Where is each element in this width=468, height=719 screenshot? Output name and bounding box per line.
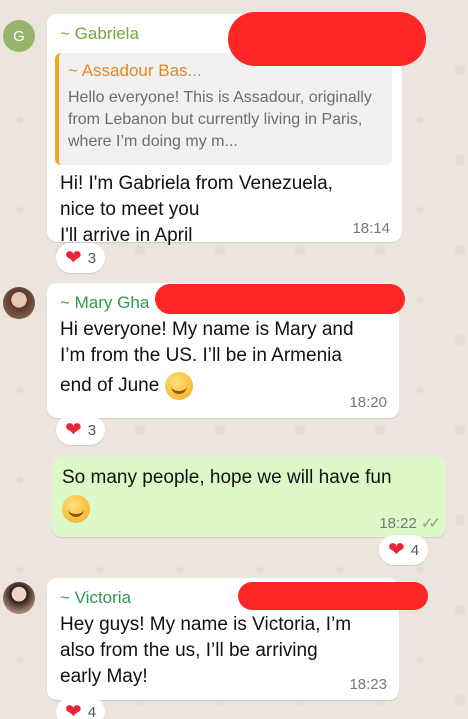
avatar[interactable]: G bbox=[3, 20, 35, 52]
reaction-count: 4 bbox=[410, 541, 420, 559]
avatar[interactable] bbox=[3, 287, 35, 319]
grinning-face-emoji bbox=[164, 372, 193, 400]
redaction-mark bbox=[228, 12, 426, 66]
sender-name[interactable]: ~ Victoria bbox=[60, 588, 131, 608]
message-time-text: 18:22 bbox=[379, 515, 417, 532]
message-line: So many people, hope we will have fun bbox=[62, 467, 392, 488]
message-line: Hi everyone! My name is Mary and bbox=[60, 319, 354, 340]
message-time: 18:14 bbox=[352, 220, 390, 237]
message-line: early May! bbox=[60, 666, 148, 687]
message-text: Hey guys! My name is Victoria, I’m also … bbox=[60, 612, 351, 690]
message-text: Hi! I'm Gabriela from Venezuela, nice to… bbox=[60, 171, 333, 249]
heart-icon: ❤ bbox=[65, 247, 82, 269]
reaction-count: 4 bbox=[87, 703, 97, 719]
avatar[interactable] bbox=[3, 582, 35, 614]
quoted-text: Hello everyone! This is Assadour, origin… bbox=[68, 89, 372, 150]
heart-icon: ❤ bbox=[65, 419, 82, 441]
heart-icon: ❤ bbox=[65, 701, 82, 719]
redaction-mark bbox=[238, 582, 428, 610]
message-line: I’m from the US. I’ll be in Armenia bbox=[60, 345, 342, 366]
message-line-text: end of June bbox=[60, 375, 160, 397]
message-line: end of June bbox=[60, 372, 354, 400]
reaction-count: 3 bbox=[87, 421, 97, 439]
heart-icon: ❤ bbox=[388, 539, 405, 561]
message-time: 18:23 bbox=[349, 676, 387, 693]
reaction-badge[interactable]: ❤ 4 bbox=[56, 697, 106, 719]
quoted-sender-name: ~ Assadour Bas... bbox=[68, 61, 202, 80]
double-check-icon: ✓✓ bbox=[420, 515, 441, 532]
message-bubble-outgoing[interactable]: So many people, hope we will have fun 18… bbox=[52, 457, 446, 537]
message-text: Hi everyone! My name is Mary and I’m fro… bbox=[60, 317, 354, 400]
message-line: nice to meet you bbox=[60, 199, 200, 220]
reaction-count: 3 bbox=[87, 249, 97, 267]
message-line: also from the us, I’ll be arriving bbox=[60, 640, 318, 661]
reaction-badge[interactable]: ❤ 4 bbox=[379, 535, 429, 565]
smiling-face-emoji bbox=[62, 495, 90, 523]
message-line: Hey guys! My name is Victoria, I’m bbox=[60, 614, 352, 635]
quoted-message[interactable]: ~ Assadour Bas... Hello everyone! This i… bbox=[55, 53, 392, 165]
sender-name[interactable]: ~ Gabriela bbox=[60, 24, 139, 44]
sender-name[interactable]: ~ Mary Gha bbox=[60, 293, 149, 313]
message-time: 18:20 bbox=[349, 394, 387, 411]
reaction-badge[interactable]: ❤ 3 bbox=[56, 243, 106, 273]
message-line: I'll arrive in April bbox=[60, 225, 193, 246]
redaction-mark bbox=[155, 284, 405, 314]
message-line: Hi! I'm Gabriela from Venezuela, bbox=[60, 173, 333, 194]
message-time: 18:22 ✓✓ bbox=[379, 514, 441, 532]
message-text: So many people, hope we will have fun bbox=[62, 465, 392, 523]
reaction-badge[interactable]: ❤ 3 bbox=[56, 415, 106, 445]
